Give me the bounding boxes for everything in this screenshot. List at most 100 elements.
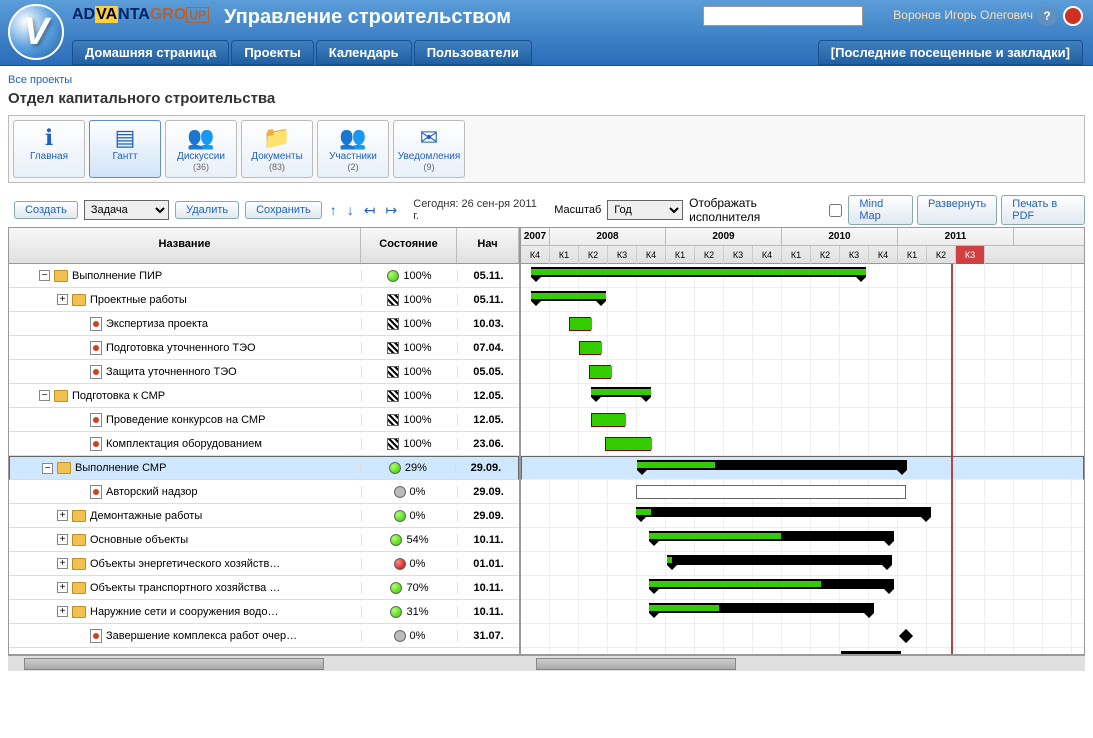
expand-toggle[interactable]: + [57,606,68,617]
right-scrollbar[interactable] [520,655,1085,671]
gantt-bar[interactable] [636,485,906,499]
table-row[interactable]: +Объекты транспортного хозяйства … 70% 1… [9,576,519,600]
print-pdf-button[interactable]: Печать в PDF [1001,195,1085,225]
col-header-start[interactable]: Нач [457,228,519,263]
tool-icon: 👥 [166,125,236,151]
col-header-state[interactable]: Состояние [361,228,457,263]
quarter-header: К2 [927,246,956,264]
table-row[interactable]: +Демонтажные работы 0% 29.09. [9,504,519,528]
gantt-bar[interactable] [841,651,901,654]
expand-toggle[interactable]: − [42,463,53,474]
gantt-bar[interactable] [589,365,611,379]
gantt-row[interactable] [521,504,1084,528]
expand-toggle[interactable]: + [57,534,68,545]
mindmap-button[interactable]: Mind Map [848,195,913,225]
create-button[interactable]: Создать [14,201,78,219]
table-row[interactable]: Подготовка уточненного ТЭО 100% 07.04. [9,336,519,360]
logo-icon[interactable]: V [8,4,64,60]
table-row[interactable]: Авторский надзор 0% 29.09. [9,480,519,504]
outdent-icon[interactable]: ↤ [362,202,378,219]
table-row[interactable]: Проведение конкурсов на СМР 100% 12.05. [9,408,519,432]
gantt-row[interactable] [521,648,1084,654]
gantt-bar[interactable] [591,387,651,397]
gantt-bar[interactable] [637,460,907,470]
gantt-row[interactable] [521,360,1084,384]
move-up-icon[interactable]: ↑ [328,202,339,218]
help-icon[interactable]: ? [1037,6,1057,26]
expand-button[interactable]: Развернуть [917,195,997,225]
expand-toggle[interactable]: + [57,558,68,569]
gantt-row[interactable] [521,600,1084,624]
gantt-row[interactable] [521,312,1084,336]
gantt-bar[interactable] [649,531,894,541]
gantt-bar[interactable] [531,291,606,301]
milestone[interactable] [899,629,913,643]
table-row[interactable]: +Сдача объекта 0% 23.07. [9,648,519,654]
table-row[interactable]: +Объекты энергетического хозяйств… 0% 01… [9,552,519,576]
quarter-header: К3 [724,246,753,264]
gantt-row[interactable] [521,552,1084,576]
table-row[interactable]: +Проектные работы 100% 05.11. [9,288,519,312]
save-button[interactable]: Сохранить [245,201,322,219]
gantt-bar[interactable] [591,413,625,427]
move-down-icon[interactable]: ↓ [345,202,356,218]
tool-гантт[interactable]: ▤Гантт [89,120,161,178]
gantt-row[interactable] [521,528,1084,552]
expand-toggle[interactable]: − [39,390,50,401]
tool-дискуссии[interactable]: 👥Дискуссии(36) [165,120,237,178]
tool-участники[interactable]: 👥Участники(2) [317,120,389,178]
gantt-row[interactable] [521,576,1084,600]
expand-toggle[interactable]: − [39,270,50,281]
gantt-bar[interactable] [579,341,601,355]
search-input[interactable] [703,6,863,26]
gantt-row[interactable] [521,432,1084,456]
show-performer-checkbox[interactable] [829,204,842,217]
gantt-row[interactable] [521,336,1084,360]
table-row[interactable]: Завершение комплекса работ очер… 0% 31.0… [9,624,519,648]
gantt-row[interactable] [521,264,1084,288]
scale-select[interactable]: Год [607,200,683,220]
table-row[interactable]: −Подготовка к СМР 100% 12.05. [9,384,519,408]
expand-toggle[interactable]: + [57,294,68,305]
gantt-row[interactable] [521,408,1084,432]
status-dot [390,582,402,594]
table-row[interactable]: +Основные объекты 54% 10.11. [9,528,519,552]
delete-button[interactable]: Удалить [175,201,239,219]
gantt-bar[interactable] [569,317,591,331]
indent-icon[interactable]: ↦ [384,202,400,219]
table-row[interactable]: −Выполнение ПИР 100% 05.11. [9,264,519,288]
left-scrollbar[interactable] [8,655,520,671]
gantt-bar[interactable] [649,603,874,613]
nav-calendar[interactable]: Календарь [316,40,412,65]
table-row[interactable]: Экспертиза проекта 100% 10.03. [9,312,519,336]
col-header-name[interactable]: Название [9,228,361,263]
nav-users[interactable]: Пользователи [414,40,532,65]
expand-toggle[interactable]: + [57,582,68,593]
status-dot [394,486,406,498]
expand-toggle[interactable]: + [57,510,68,521]
tool-документы[interactable]: 📁Документы(83) [241,120,313,178]
gantt-bar[interactable] [636,507,931,517]
gantt-row[interactable] [521,480,1084,504]
gantt-row[interactable] [521,384,1084,408]
gantt-bar[interactable] [649,579,894,589]
tool-уведомления[interactable]: ✉Уведомления(9) [393,120,465,178]
table-row[interactable]: −Выполнение СМР 29% 29.09. [9,456,519,480]
tool-главная[interactable]: ℹГлавная [13,120,85,178]
table-row[interactable]: +Наружние сети и сооружения водо… 31% 10… [9,600,519,624]
nav-projects[interactable]: Проекты [231,40,313,65]
gantt-bar[interactable] [531,267,866,277]
user-name[interactable]: Воронов Игорь Олегович [893,8,1033,22]
gantt-bar[interactable] [667,555,892,565]
gantt-row[interactable] [521,456,1084,480]
breadcrumb[interactable]: Все проекты [8,74,1085,86]
logout-icon[interactable] [1063,6,1083,26]
gantt-row[interactable] [521,288,1084,312]
nav-home[interactable]: Домашняя страница [72,40,229,65]
table-row[interactable]: Защита уточненного ТЭО 100% 05.05. [9,360,519,384]
task-type-select[interactable]: Задача [84,200,169,220]
nav-recent-bookmarks[interactable]: [Последние посещенные и закладки] [818,40,1083,65]
gantt-row[interactable] [521,624,1084,648]
table-row[interactable]: Комплектация оборудованием 100% 23.06. [9,432,519,456]
gantt-bar[interactable] [605,437,651,451]
